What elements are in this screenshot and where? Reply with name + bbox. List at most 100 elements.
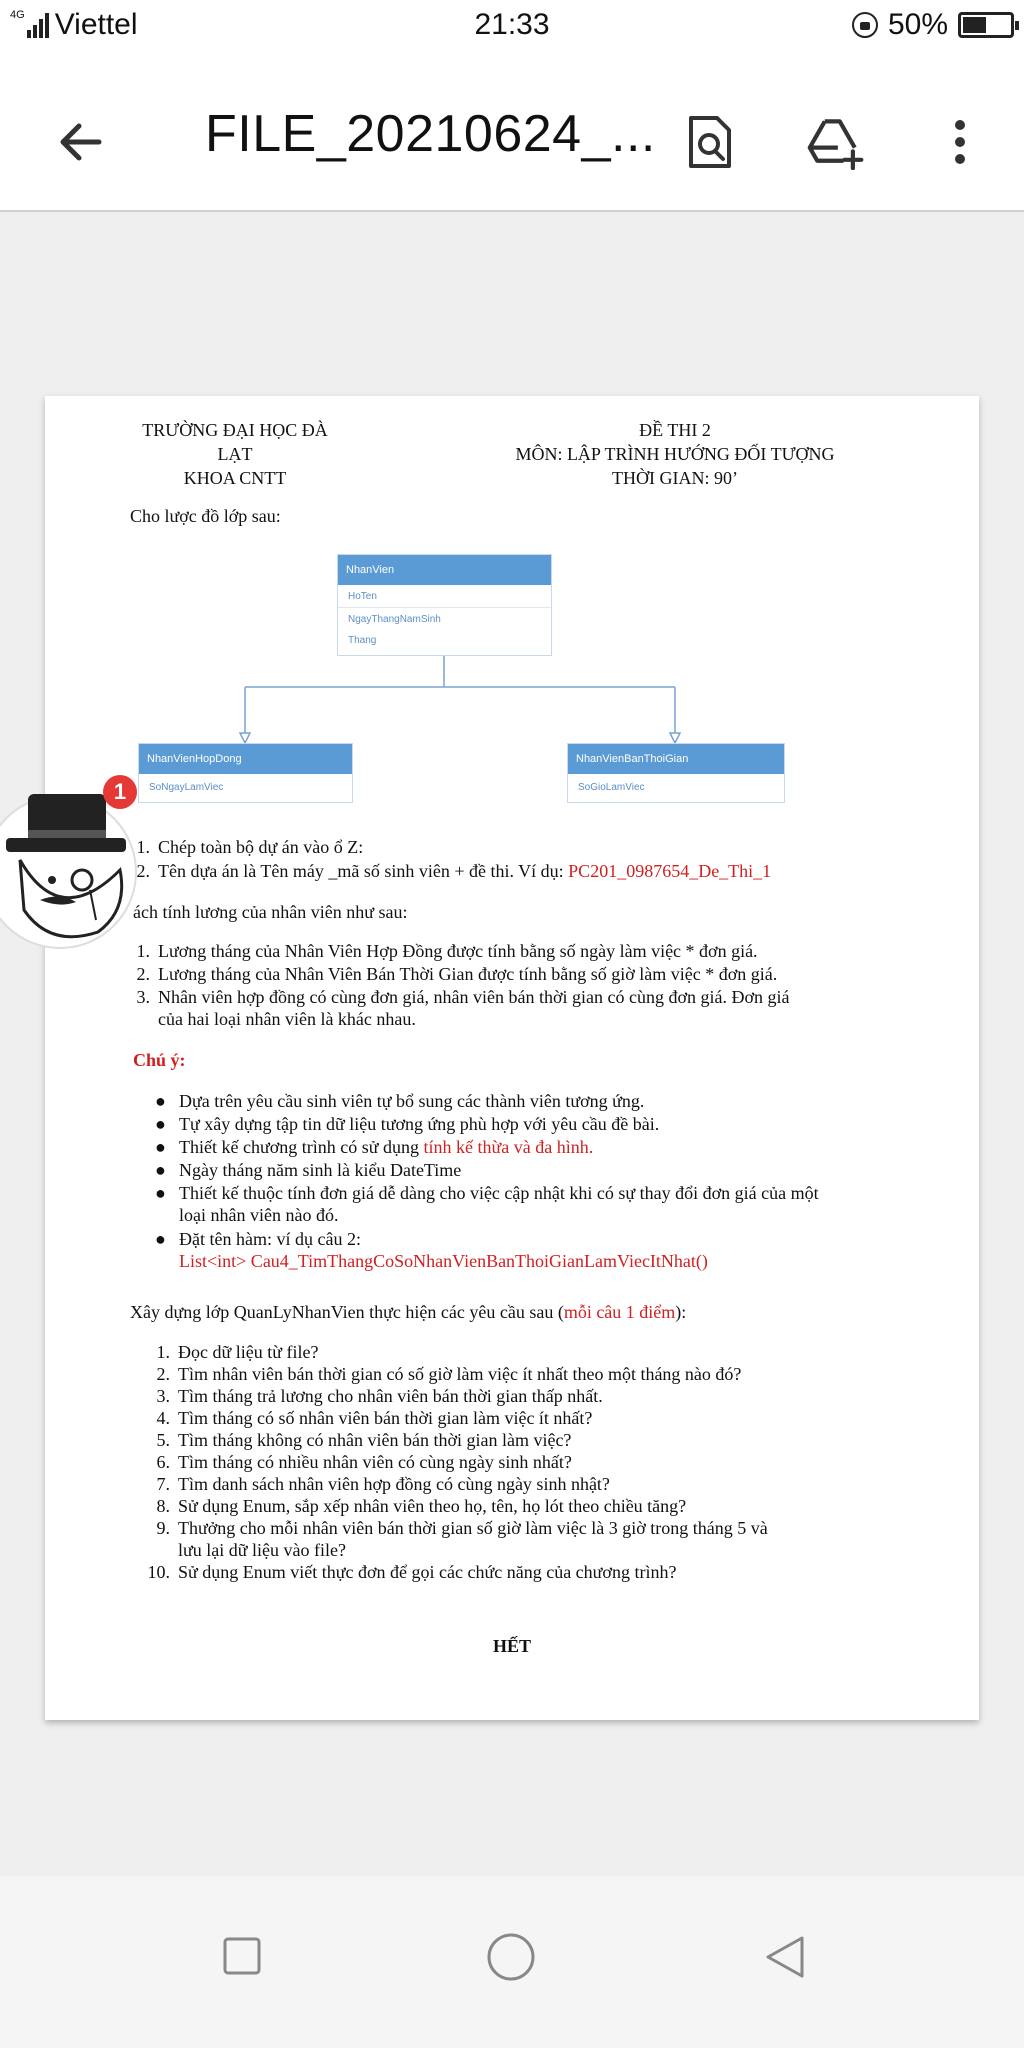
item-text: Tìm nhân viên bán thời gian có số giờ là… (178, 1364, 742, 1384)
list-item: 1. Chép toàn bộ dự án vào ổ Z: (120, 836, 364, 858)
item-number: 1. (156, 1342, 171, 1362)
item-text: Đặt tên hàm: ví dụ câu 2: (179, 1229, 361, 1249)
uml-class-title: NhanVienBanThoiGian (568, 744, 784, 774)
note-item: ● Thiết kế thuộc tính đơn giá dễ dàng cho… (155, 1182, 819, 1226)
notification-badge: 1 (103, 775, 137, 809)
salary-intro: ách tính lương của nhân viên như sau: (133, 902, 408, 922)
task-points: mỗi câu 1 điểm (563, 1302, 676, 1322)
task-intro-text: Xây dựng lớp QuanLyNhanVien thực hiện cá… (130, 1302, 564, 1322)
uml-attribute: SoGioLamViec (578, 781, 645, 793)
uml-class-title: NhanVienHopDong (139, 744, 352, 774)
battery-icon (958, 12, 1019, 38)
example-name: PC201_0987654_De_Thi_1 (568, 861, 772, 881)
item-text: Tự xây dựng tập tin dữ liệu tương ứng ph… (179, 1114, 660, 1134)
task-item: 10. Sử dụng Enum viết thực đơn để gọi các… (140, 1561, 940, 1583)
item-text: Thiết kế chương trình có sử dụng (179, 1137, 424, 1157)
item-text: Tìm tháng có số nhân viên bán thời gian … (178, 1408, 593, 1428)
uml-attribute: NgayThangNamSinh (338, 607, 551, 630)
item-text: lưu lại dữ liệu vào file? (178, 1540, 346, 1560)
note-item: ● Dựa trên yêu cầu sinh viên tự bổ sung c… (155, 1090, 644, 1112)
more-vert-icon[interactable] (930, 112, 990, 172)
item-number: 8. (156, 1496, 171, 1516)
system-nav-bar (0, 1876, 1024, 2048)
item-number: 6. (156, 1452, 171, 1472)
item-text: Đọc dữ liệu từ file? (178, 1342, 319, 1362)
item-text: Lương tháng của Nhân Viên Bán Thời Gian … (158, 964, 778, 984)
uml-class-nhanvienhopdong: NhanVienHopDong SoNgayLamViec (138, 743, 353, 803)
bullet: ● (155, 1183, 166, 1203)
item-text: Tìm tháng có nhiều nhân viên có cùng ngà… (178, 1452, 572, 1472)
note-item: ● Tự xây dựng tập tin dữ liệu tương ứng p… (155, 1113, 659, 1135)
function-name-example: List<int> Cau4_TimThangCoSoNhanVienBanTh… (179, 1251, 708, 1271)
task-item: 7. Tìm danh sách nhân viên hợp đồng có cù… (140, 1473, 940, 1495)
uml-class-nhanvienbanthoigian: NhanVienBanThoiGian SoGioLamViec (567, 743, 785, 803)
item-number: 3. (136, 987, 151, 1007)
file-title: FILE_20210624_... (205, 105, 656, 163)
back-triangle-icon[interactable] (762, 1934, 808, 1980)
item-number: 2. (136, 964, 151, 984)
list-item: 1. Lương tháng của Nhân Viên Hợp Đồng đư… (120, 940, 758, 962)
end-marker: HẾT (492, 1636, 531, 1656)
task-item: 3. Tìm tháng trả lương cho nhân viên bán … (140, 1385, 940, 1407)
task-item: 5. Tìm tháng không có nhân viên bán thời … (140, 1429, 940, 1451)
battery-percent: 50% (887, 8, 948, 41)
item-text: Ngày tháng năm sinh là kiểu DateTime (179, 1160, 462, 1180)
item-number: 5. (156, 1430, 171, 1450)
item-number: 4. (156, 1408, 171, 1428)
item-text: loại nhân viên nào đó. (179, 1205, 339, 1225)
item-text: Chép toàn bộ dự án vào ổ Z: (158, 837, 364, 857)
rotation-lock-icon (851, 12, 878, 38)
uml-attribute: SoNgayLamViec (149, 781, 224, 793)
bullet: ● (155, 1160, 166, 1180)
task-intro: Xây dựng lớp QuanLyNhanVien thực hiện cá… (130, 1302, 686, 1323)
item-text: Thưởng cho mỗi nhân viên bán thời gian s… (178, 1518, 768, 1538)
item-text: Nhân viên hợp đồng có cùng đơn giá, nhân… (158, 987, 790, 1007)
item-text: Sử dụng Enum viết thực đơn để gọi các ch… (178, 1562, 677, 1582)
list-item: 2. Lương tháng của Nhân Viên Bán Thời Gi… (120, 963, 778, 985)
uml-class-title: NhanVien (338, 555, 551, 585)
task-item: 1. Đọc dữ liệu từ file? (140, 1341, 940, 1363)
app-bar: FILE_20210624_... (0, 52, 1024, 212)
item-text: Dựa trên yêu cầu sinh viên tự bổ sung cá… (179, 1091, 645, 1111)
task-item: 9. Thưởng cho mỗi nhân viên bán thời gian… (140, 1517, 940, 1561)
bullet: ● (155, 1114, 166, 1134)
note-item: ● Thiết kế chương trình có sử dụng tính k… (155, 1136, 593, 1158)
item-text: Lương tháng của Nhân Viên Hợp Đồng được … (158, 941, 758, 961)
item-text: Tìm tháng trả lương cho nhân viên bán th… (178, 1386, 603, 1406)
item-text: của hai loại nhân viên là khác nhau. (158, 1009, 416, 1029)
list-item: 3. Nhân viên hợp đồng có cùng đơn giá, n… (120, 986, 790, 1030)
recents-square-icon[interactable] (222, 1936, 262, 1976)
home-circle-icon[interactable] (486, 1932, 536, 1982)
item-text: Thiết kế thuộc tính đơn giá dễ dàng cho … (179, 1183, 819, 1203)
task-list: 1. Đọc dữ liệu từ file? 2. Tìm nhân viên b… (140, 1341, 940, 1583)
status-bar: 4G Viettel 21:33 50% (0, 0, 1024, 52)
note-item: ● Đặt tên hàm: ví dụ câu 2: List<int> Cau4… (155, 1228, 708, 1272)
item-text: Tên dựa án là Tên máy _mã số sinh viên +… (158, 861, 569, 881)
item-number: 3. (156, 1386, 171, 1406)
task-item: 4. Tìm tháng có số nhân viên bán thời gia… (140, 1407, 940, 1429)
item-text: Tìm tháng không có nhân viên bán thời gi… (178, 1430, 572, 1450)
task-item: 6. Tìm tháng có nhiều nhân viên có cùng n… (140, 1451, 940, 1473)
bullet: ● (155, 1229, 166, 1249)
bullet: ● (155, 1137, 166, 1157)
task-item: 2. Tìm nhân viên bán thời gian có số giờ … (140, 1363, 940, 1385)
document-page: TRƯỜNG ĐẠI HỌC ĐÀ LẠT KHOA CNTT ĐỀ THI 2… (45, 396, 979, 1720)
add-to-drive-icon[interactable] (806, 112, 866, 172)
note-item: ● Ngày tháng năm sinh là kiểu DateTime (155, 1159, 461, 1181)
search-document-icon[interactable] (680, 112, 740, 172)
item-number: 7. (156, 1474, 171, 1494)
task-item: 8. Sử dụng Enum, sắp xếp nhân viên theo h… (140, 1495, 940, 1517)
list-item: 2. Tên dựa án là Tên máy _mã số sinh viê… (120, 860, 772, 882)
item-text: Sử dụng Enum, sắp xếp nhân viên theo họ,… (178, 1496, 687, 1516)
item-number: 9. (156, 1518, 171, 1538)
uml-attribute: Thang (348, 634, 377, 646)
task-intro-end: ): (675, 1302, 687, 1322)
bullet: ● (155, 1091, 166, 1111)
uml-class-nhanvien: NhanVien HoTen NgayThangNamSinh Thang (337, 554, 552, 656)
uml-attribute: HoTen (348, 590, 377, 602)
note-title: Chú ý: (133, 1050, 186, 1070)
back-arrow-icon[interactable] (50, 112, 110, 172)
item-number: 10. (147, 1562, 171, 1582)
item-text: Tìm danh sách nhân viên hợp đồng có cùng… (178, 1474, 610, 1494)
highlight-text: tính kế thừa và đa hình. (423, 1137, 594, 1157)
